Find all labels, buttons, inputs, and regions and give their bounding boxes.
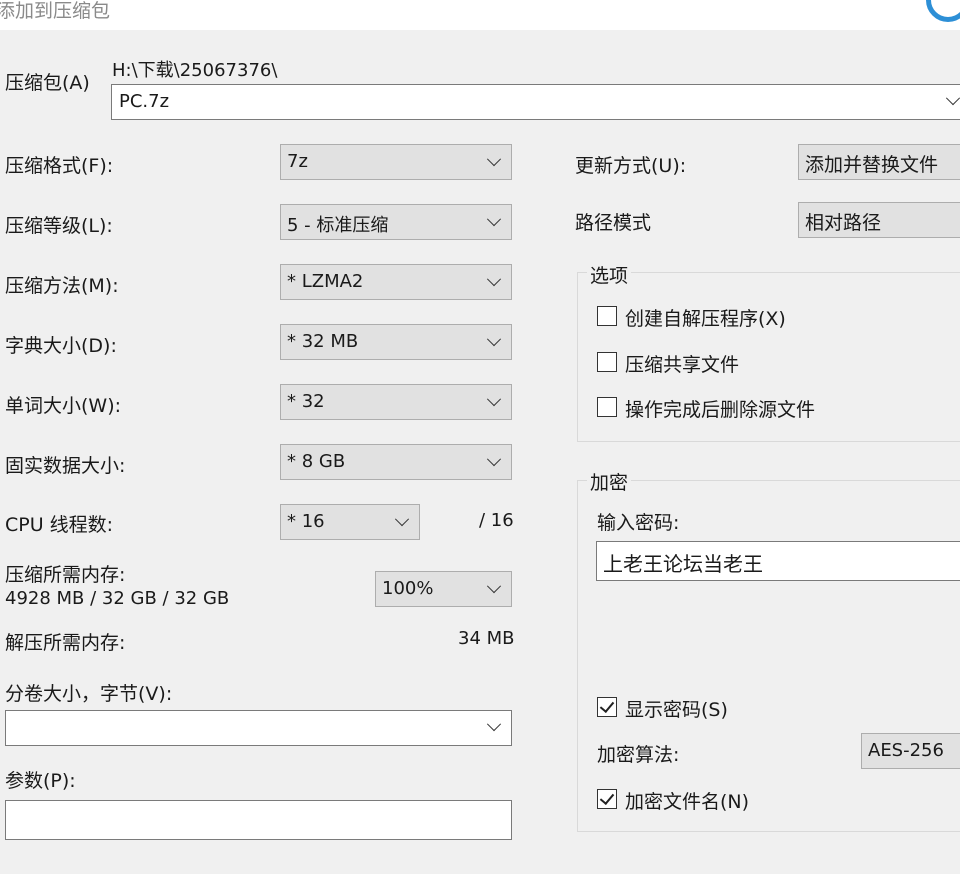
split-size-combo[interactable]	[5, 710, 512, 746]
solid-size-select[interactable]: * 8 GB	[280, 444, 512, 480]
archive-name-combo[interactable]: PC.7z	[111, 84, 960, 120]
encryption-method-value: AES-256	[868, 740, 944, 761]
chevron-down-icon[interactable]	[486, 717, 502, 732]
encryption-method-select[interactable]: AES-256	[861, 733, 960, 769]
level-value: 5 - 标准压缩	[287, 215, 389, 236]
update-mode-label: 更新方式(U):	[575, 155, 687, 177]
checkbox-icon[interactable]	[597, 352, 617, 372]
checkbox-icon[interactable]	[597, 397, 617, 417]
format-select[interactable]: 7z	[280, 144, 512, 180]
password-input[interactable]: 上老王论坛当老王	[596, 541, 960, 581]
delete-after-checkbox-label: 操作完成后删除源文件	[625, 399, 816, 421]
archive-path: H:\下载\25067376\	[112, 60, 278, 81]
window-title: 添加到压缩包	[0, 0, 111, 22]
chevron-down-icon	[486, 152, 502, 167]
path-mode-select[interactable]: 相对路径	[798, 202, 960, 238]
decompress-memory-label: 解压所需内存:	[5, 632, 126, 654]
parameters-input[interactable]	[5, 800, 512, 840]
app-icon	[926, 0, 960, 22]
chevron-down-icon	[486, 212, 502, 227]
method-value: * LZMA2	[287, 271, 364, 292]
word-size-label: 单词大小(W):	[5, 395, 122, 417]
chevron-down-icon	[486, 579, 502, 594]
word-size-select[interactable]: * 32	[280, 384, 512, 420]
chevron-down-icon	[486, 452, 502, 467]
dictionary-select[interactable]: * 32 MB	[280, 324, 512, 360]
chevron-down-icon[interactable]	[945, 91, 960, 106]
archive-label: 压缩包(A)	[5, 72, 90, 94]
checkbox-icon[interactable]	[597, 306, 617, 326]
show-password-checkbox[interactable]: 显示密码(S)	[597, 695, 817, 721]
chevron-down-icon	[486, 272, 502, 287]
show-password-label: 显示密码(S)	[625, 699, 728, 721]
options-group-title: 选项	[587, 261, 632, 288]
memory-percent-select[interactable]: 100%	[375, 571, 512, 607]
shared-files-checkbox-label: 压缩共享文件	[625, 354, 740, 376]
password-value: 上老王论坛当老王	[603, 552, 763, 576]
dictionary-value: * 32 MB	[287, 331, 359, 352]
encryption-group-title: 加密	[587, 468, 632, 495]
path-mode-value: 相对路径	[805, 212, 882, 234]
chevron-down-icon	[486, 332, 502, 347]
dictionary-label: 字典大小(D):	[5, 335, 117, 357]
checkbox-checked-icon[interactable]	[597, 697, 617, 717]
encryption-method-label: 加密算法:	[597, 744, 680, 766]
chevron-down-icon	[394, 512, 410, 527]
level-select[interactable]: 5 - 标准压缩	[280, 204, 512, 240]
checkbox-checked-icon[interactable]	[597, 789, 617, 809]
cpu-threads-value: * 16	[287, 511, 325, 532]
update-mode-value: 添加并替换文件	[805, 154, 939, 176]
decompress-memory-value: 34 MB	[458, 628, 515, 649]
method-select[interactable]: * LZMA2	[280, 264, 512, 300]
shared-files-checkbox[interactable]: 压缩共享文件	[597, 350, 897, 376]
cpu-threads-select[interactable]: * 16	[280, 504, 420, 540]
memory-percent-value: 100%	[382, 578, 434, 599]
level-label: 压缩等级(L):	[5, 215, 113, 237]
cpu-threads-label: CPU 线程数:	[5, 514, 114, 536]
title-bar: 添加到压缩包	[0, 0, 960, 30]
compress-memory-label: 压缩所需内存:	[5, 564, 126, 586]
sfx-checkbox-label: 创建自解压程序(X)	[625, 308, 786, 330]
path-mode-label: 路径模式	[575, 212, 652, 234]
format-label: 压缩格式(F):	[5, 155, 114, 177]
format-value: 7z	[287, 151, 308, 172]
method-label: 压缩方法(M):	[5, 275, 119, 297]
compress-memory-value: 4928 MB / 32 GB / 32 GB	[5, 588, 230, 609]
archive-name-value: PC.7z	[119, 91, 170, 112]
delete-after-checkbox[interactable]: 操作完成后删除源文件	[597, 395, 917, 421]
encrypt-filenames-checkbox[interactable]: 加密文件名(N)	[597, 787, 817, 813]
parameters-label: 参数(P):	[5, 770, 76, 792]
encrypt-filenames-label: 加密文件名(N)	[625, 791, 750, 813]
word-size-value: * 32	[287, 391, 325, 412]
split-size-label: 分卷大小，字节(V):	[5, 683, 173, 705]
chevron-down-icon	[486, 392, 502, 407]
update-mode-select[interactable]: 添加并替换文件	[798, 144, 960, 180]
solid-size-value: * 8 GB	[287, 451, 346, 472]
password-label: 输入密码:	[597, 512, 680, 534]
cpu-threads-max: / 16	[479, 510, 514, 531]
sfx-checkbox[interactable]: 创建自解压程序(X)	[597, 304, 897, 330]
solid-size-label: 固实数据大小:	[5, 455, 126, 477]
